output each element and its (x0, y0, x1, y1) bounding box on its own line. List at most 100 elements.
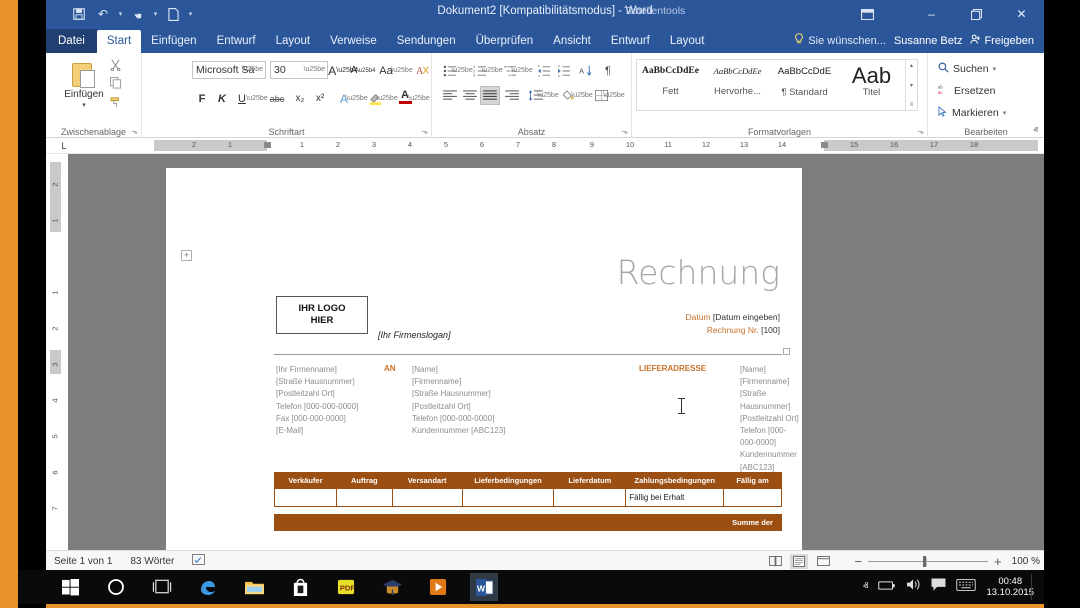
align-center-icon[interactable] (460, 86, 480, 105)
word-count[interactable]: 83 Wörter (130, 556, 174, 567)
table-cell[interactable] (335, 488, 393, 507)
windows-start-icon[interactable] (56, 573, 84, 601)
find-caret-icon[interactable]: ▾ (993, 65, 997, 73)
minimize-button[interactable]: – (909, 0, 954, 28)
task-view-icon[interactable] (148, 573, 176, 601)
file-explorer-icon[interactable] (240, 573, 268, 601)
meta-value[interactable]: [Datum eingeben] (713, 312, 780, 322)
table-cell[interactable] (274, 488, 337, 507)
tab-einfuegen[interactable]: Einfügen (141, 30, 206, 53)
tab-start[interactable]: Start (96, 30, 142, 53)
action-center-icon[interactable] (931, 578, 946, 596)
line-spacing-caret-icon[interactable]: \u25be (537, 86, 558, 105)
table-cell[interactable] (391, 488, 463, 507)
clock[interactable]: 00:48 13.10.2015 (986, 576, 1034, 598)
bold-button[interactable]: F (194, 89, 210, 108)
multilevel-caret-icon[interactable]: \u25be (511, 61, 532, 80)
styles-dialog-launcher-icon[interactable]: ⬎ (917, 127, 924, 136)
style-item-fett[interactable]: AaBbCcDdEe Fett (637, 60, 704, 110)
decrease-indent-icon[interactable] (534, 61, 554, 80)
page-indicator[interactable]: Seite 1 von 1 (54, 556, 112, 567)
change-case-caret-icon[interactable]: \u25be (391, 61, 412, 80)
table-cell[interactable] (553, 488, 627, 507)
copy-icon[interactable] (110, 77, 122, 92)
format-painter-icon[interactable] (110, 96, 123, 111)
table-cell[interactable] (461, 488, 555, 507)
meta-row-rechnungnr[interactable]: Rechnung Nr. [100] (685, 324, 780, 337)
read-mode-icon[interactable] (766, 554, 784, 569)
meta-value[interactable]: [100] (761, 325, 780, 335)
meta-row-datum[interactable]: Datum [Datum eingeben] (685, 311, 780, 324)
logo-placeholder[interactable]: IHR LOGO HIER (276, 296, 368, 334)
grow-font-button[interactable]: A \u25b4 (328, 61, 357, 80)
styles-scroll-down-icon[interactable]: ▾ (910, 82, 913, 89)
clear-format-icon[interactable]: A (414, 61, 432, 80)
table-resize-handle-icon[interactable] (783, 348, 790, 355)
maximize-button[interactable] (954, 0, 999, 28)
borders-caret-icon[interactable]: \u25be (603, 86, 624, 105)
volume-icon[interactable] (906, 578, 921, 596)
edge-icon[interactable] (194, 573, 222, 601)
subscript-button[interactable]: x₂ (292, 89, 308, 108)
align-right-icon[interactable] (502, 86, 522, 105)
styles-scroll-up-icon[interactable]: ▴ (910, 62, 913, 69)
print-layout-icon[interactable] (790, 553, 809, 569)
share-button[interactable]: Freigeben (970, 34, 1038, 48)
tab-stop-selector[interactable]: L (56, 139, 72, 153)
tab-tabellentools-entwurf[interactable]: Entwurf (601, 30, 660, 53)
paragraph-dialog-launcher-icon[interactable]: ⬎ (621, 127, 628, 136)
select-button[interactable]: Markieren ▾ (938, 105, 1006, 120)
graduation-icon[interactable] (378, 573, 406, 601)
zoom-out-button[interactable]: − (854, 554, 862, 569)
pdf-icon[interactable]: PDF (332, 573, 360, 601)
ribbon-display-options-icon[interactable] (850, 0, 884, 28)
increase-indent-icon[interactable] (554, 61, 574, 80)
web-layout-icon[interactable] (814, 554, 832, 569)
zoom-level[interactable]: 100 % (1012, 556, 1040, 567)
underline-caret-icon[interactable]: \u25be (246, 89, 267, 108)
font-size-caret-icon[interactable]: \u25be (304, 66, 325, 73)
keyboard-icon[interactable] (956, 578, 977, 596)
clipboard-dialog-launcher-icon[interactable]: ⬎ (131, 127, 138, 136)
justify-icon[interactable] (480, 86, 500, 105)
tab-ueberpruefen[interactable]: Überprüfen (466, 30, 544, 53)
items-table-partial[interactable]: Summe der (273, 514, 782, 531)
media-player-icon[interactable] (424, 573, 452, 601)
tab-ansicht[interactable]: Ansicht (543, 30, 601, 53)
font-dialog-launcher-icon[interactable]: ⬎ (421, 127, 428, 136)
superscript-button[interactable]: x² (312, 89, 328, 108)
store-icon[interactable] (286, 573, 314, 601)
highlight-caret-icon[interactable]: \u25be (376, 89, 397, 108)
recipient-address-block[interactable]: [Name] [Firmenname] [Straße Hausnummer] … (412, 364, 505, 437)
proofing-icon[interactable] (192, 554, 206, 568)
cortana-circle-icon[interactable] (102, 573, 130, 601)
style-item-titel[interactable]: Aab Titel (838, 60, 905, 110)
numbering-caret-icon[interactable]: \u25be (481, 61, 502, 80)
vertical-ruler[interactable]: 2 1 1 2 3 4 5 6 7 (46, 154, 68, 550)
font-name-caret-icon[interactable]: \u25be (242, 66, 263, 73)
delivery-address-block[interactable]: [Name] [Firmenname] [Straße Hausnummer] … (740, 364, 802, 474)
right-indent-marker[interactable] (821, 142, 828, 148)
horizontal-ruler[interactable]: L 2 1 1 2 3 4 5 6 7 8 9 10 11 12 13 14 1… (46, 138, 1044, 154)
show-marks-icon[interactable]: ¶ (598, 61, 618, 80)
show-desktop-button[interactable] (1031, 574, 1032, 600)
company-slogan[interactable]: [Ihr Firmenslogan] (378, 330, 451, 340)
sort-icon[interactable]: A (576, 61, 596, 80)
find-button[interactable]: Suchen ▾ (938, 62, 996, 76)
zoom-slider[interactable] (868, 555, 989, 567)
collapse-ribbon-icon[interactable]: ⱏ (1034, 125, 1038, 136)
tab-sendungen[interactable]: Sendungen (387, 30, 466, 53)
order-details-table[interactable]: Verkäufer Auftrag Versandart Lieferbedin… (274, 472, 782, 507)
close-button[interactable]: ✕ (999, 0, 1044, 28)
tell-me-box[interactable]: Sie wünschen... (794, 33, 886, 48)
sender-address-block[interactable]: [Ihr Firmenname] [Straße Hausnummer] [Po… (276, 364, 358, 437)
shading-caret-icon[interactable]: \u25be (571, 86, 592, 105)
table-move-handle-icon[interactable]: + (181, 250, 192, 261)
left-indent-marker[interactable] (264, 142, 271, 148)
bullets-caret-icon[interactable]: \u25be (451, 61, 472, 80)
tab-verweise[interactable]: Verweise (320, 30, 387, 53)
replace-button[interactable]: ab ac Ersetzen (938, 84, 995, 98)
account-name[interactable]: Susanne Betz (894, 35, 963, 47)
table-cell[interactable]: Fällig bei Erhalt (625, 488, 725, 507)
style-item-standard[interactable]: AaBbCcDdE ¶ Standard (771, 60, 838, 110)
